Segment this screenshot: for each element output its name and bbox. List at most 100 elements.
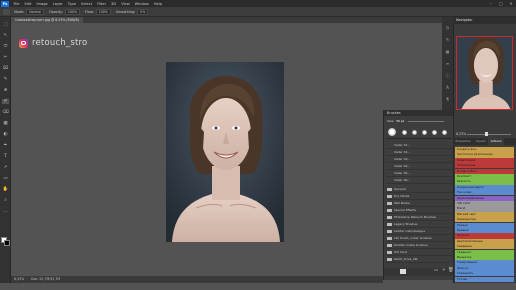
mode-option[interactable]: Mode: Normal [14, 8, 44, 15]
tab-layers[interactable]: Layers [473, 138, 488, 145]
gradient-tool-icon[interactable]: ▦ [2, 121, 9, 126]
action-button[interactable]: Готово [455, 276, 514, 282]
action-button[interactable]: Резкость [455, 179, 514, 185]
minimize-button[interactable]: – [486, 0, 496, 7]
tab-properties[interactable]: Properties [453, 138, 473, 145]
menu-layer[interactable]: Layer [50, 2, 65, 6]
crop-tool-icon[interactable]: ✂ [2, 55, 9, 60]
brush-item[interactable]: Vader 06... [386, 177, 452, 184]
action-button[interactable]: Тонирование [455, 260, 514, 266]
background-color-swatch[interactable] [4, 240, 10, 246]
dodge-tool-icon[interactable]: ◐ [2, 132, 9, 137]
path-select-tool-icon[interactable]: ↗ [2, 165, 9, 170]
menu-view[interactable]: View [119, 2, 133, 6]
brush-preset-icon[interactable] [3, 8, 10, 15]
menu-image[interactable]: Image [34, 2, 50, 6]
brush-folder[interactable]: Dry Media [386, 193, 452, 200]
action-button[interactable]: Blend [455, 206, 514, 212]
brush-size-value[interactable]: 39 px [396, 119, 404, 123]
hand-tool-icon[interactable]: ✋ [2, 187, 9, 192]
flow-option[interactable]: Flow: 100% [85, 8, 111, 15]
zoom-tool-icon[interactable]: ⌕ [2, 198, 9, 203]
action-button[interactable]: Перекрытие [455, 217, 514, 223]
frame-tool-icon[interactable]: ⌧ [2, 66, 9, 71]
menu-window[interactable]: Window [132, 2, 151, 6]
navigator-zoom-value[interactable]: 8,33% [456, 132, 466, 136]
navigator-thumbnail[interactable] [456, 36, 513, 110]
brush-item[interactable]: Vader 03... [386, 156, 452, 163]
action-button[interactable]: Уровни [455, 222, 514, 228]
lasso-tool-icon[interactable]: ⬭ [2, 44, 9, 49]
eraser-tool-icon[interactable]: ⌫ [2, 110, 9, 115]
more-tools-icon[interactable]: … [2, 209, 9, 214]
shape-tool-icon[interactable]: ▭ [2, 176, 9, 181]
pen-tool-icon[interactable]: ✒ [2, 143, 9, 148]
brush-folder[interactable]: Photoshop Retouch Brushes [386, 214, 452, 221]
eyedropper-tool-icon[interactable]: ✎ [2, 77, 9, 82]
brush-tip-1[interactable] [402, 130, 407, 135]
action-button[interactable]: Градиент [455, 249, 514, 255]
brush-tip-2[interactable] [412, 130, 417, 135]
brush-tip-4[interactable] [432, 130, 437, 135]
action-button[interactable]: Затемнение [455, 163, 514, 169]
menu-filter[interactable]: Filter [95, 2, 109, 6]
navigator-zoom-slider[interactable] [467, 134, 511, 135]
brush-folder[interactable]: Wet Media [386, 200, 452, 207]
type-tool-icon[interactable]: T [2, 154, 9, 159]
action-button[interactable]: Сведение [455, 244, 514, 250]
smoothing-field[interactable]: 0% [137, 8, 149, 15]
new-brush-icon[interactable]: + [442, 268, 446, 273]
action-button[interactable]: Dodge & Burn [455, 168, 514, 174]
swatches-icon[interactable]: ▦ [444, 49, 451, 54]
brush-item[interactable]: Vader 01... [386, 142, 452, 149]
brush-preview[interactable] [388, 128, 396, 136]
action-button[interactable]: Тон кожи [455, 190, 514, 196]
menu-edit[interactable]: Edit [22, 2, 34, 6]
brush-item[interactable]: Vader 02... [386, 149, 452, 156]
brush-preview-toggle-icon[interactable] [400, 269, 406, 274]
menu-file[interactable]: File [11, 2, 22, 6]
brush-item[interactable]: Vader 05... [386, 170, 452, 177]
healing-tool-icon[interactable]: ⊗ [2, 88, 9, 93]
action-button[interactable]: Сохранить [455, 271, 514, 277]
brush-tool-icon[interactable]: ✐ [2, 99, 9, 104]
brush-folder[interactable]: Lilli brush_nuber brushes [386, 235, 452, 242]
brush-tip-5[interactable] [442, 130, 447, 135]
brush-folder[interactable]: Special Effects [386, 207, 452, 214]
properties-icon[interactable]: ≡ [444, 61, 451, 66]
tab-actions[interactable]: Actions [488, 138, 505, 145]
mode-select[interactable]: Normal [26, 8, 44, 15]
menu-3d[interactable]: 3D [109, 2, 119, 6]
brush-folder[interactable]: Ketch_fores_2Ы [386, 256, 452, 263]
brush-settings-icon[interactable]: ✎ [444, 37, 451, 42]
brush-folder[interactable]: Kristian mebe brushes [386, 242, 452, 249]
navigator-zoom-handle[interactable] [485, 132, 488, 136]
move-tool-icon[interactable]: ↖ [2, 33, 9, 38]
close-button[interactable]: ✕ [506, 0, 516, 7]
opacity-option[interactable]: Opacity: 100% [49, 8, 80, 15]
smoothing-option[interactable]: Smoothing: 0% [116, 8, 149, 15]
character-icon[interactable]: A [444, 85, 451, 90]
menu-type[interactable]: Type [65, 2, 78, 6]
brush-tip-3[interactable] [422, 130, 427, 135]
info-icon[interactable]: ⓘ [444, 73, 451, 78]
menu-select[interactable]: Select [79, 2, 95, 6]
portrait-photo[interactable] [166, 62, 284, 242]
menu-help[interactable]: Help [151, 2, 164, 6]
status-zoom[interactable]: 8,33% [14, 277, 24, 281]
maximize-button[interactable]: ▢ [496, 0, 506, 7]
brush-folder[interactable]: General [386, 186, 452, 193]
brush-size-slider[interactable] [408, 121, 444, 122]
brush-folder[interactable]: Ladder naturalesque [386, 228, 452, 235]
action-button[interactable]: Экспорт [455, 233, 514, 239]
action-button[interactable]: Частотное разложение [455, 152, 514, 158]
history-icon[interactable]: ◷ [444, 25, 451, 30]
action-button[interactable]: Шумоподавление [455, 195, 514, 201]
brush-folder[interactable]: Legacy Brushes [386, 221, 452, 228]
brush-item[interactable]: Vader 04... [386, 163, 452, 170]
marquee-tool-icon[interactable]: ⬚ [2, 22, 9, 27]
flow-field[interactable]: 100% [95, 8, 111, 15]
brush-folder[interactable]: UM hand [386, 249, 452, 256]
paragraph-icon[interactable]: ¶ [444, 97, 451, 102]
new-folder-icon[interactable]: ▭ [434, 268, 438, 273]
